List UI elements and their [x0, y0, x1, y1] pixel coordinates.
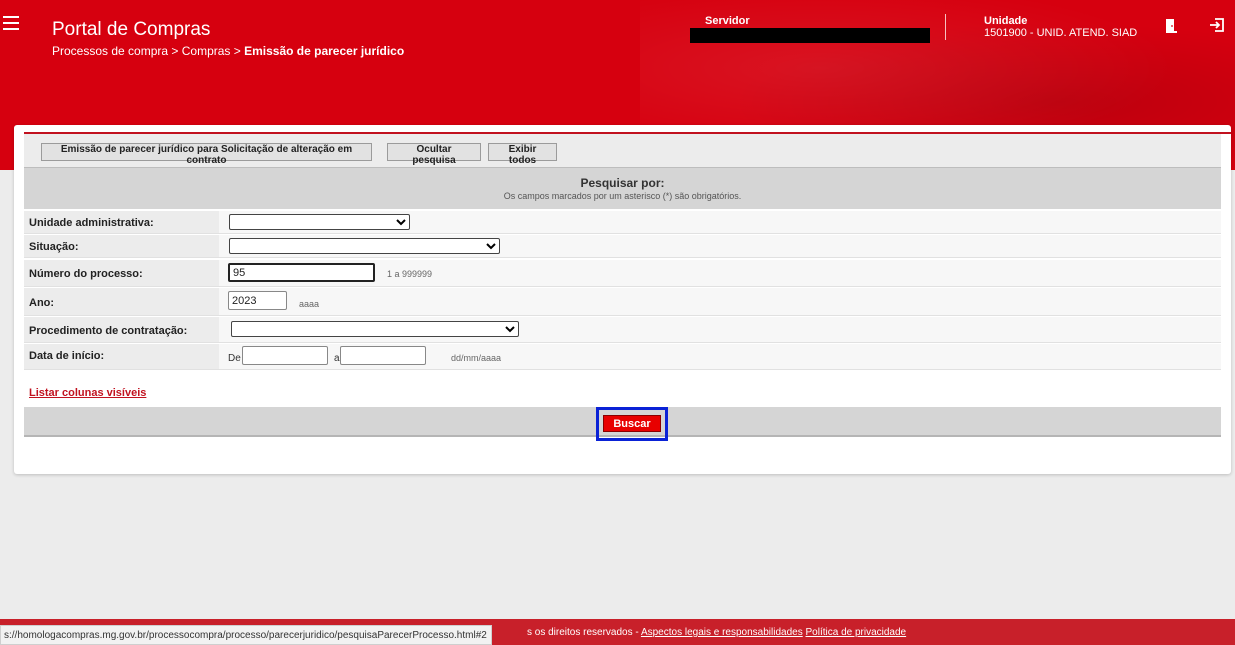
door-icon[interactable] [1165, 18, 1177, 34]
exibir-todos-button[interactable]: Exibir todos [488, 143, 557, 166]
unidade-label: Unidade administrativa: [24, 211, 219, 233]
numero-label: Número do processo: [24, 260, 219, 286]
breadcrumb: Processos de compra > Compras > Emissão … [52, 44, 404, 58]
procedimento-select[interactable] [231, 321, 519, 337]
situacao-select[interactable] [229, 238, 500, 254]
search-subtitle: Os campos marcados por um asterisco (*) … [503, 191, 742, 201]
row-situacao: Situação: [24, 235, 1221, 258]
portal-title: Portal de Compras [52, 19, 211, 40]
ano-hint: aaaa [299, 299, 320, 309]
aspectos-legais-link[interactable]: Aspectos legais e responsabilidades [641, 627, 803, 638]
listar-colunas-link[interactable]: Listar colunas visíveis [29, 387, 146, 399]
emissao-parecer-button[interactable]: Emissão de parecer jurídico para Solicit… [41, 143, 372, 166]
hamburger-menu-icon[interactable] [3, 16, 19, 30]
footer-rights: s os direitos reservados - [527, 627, 641, 638]
status-bar-url: s://homologacompras.mg.gov.br/processoco… [0, 625, 492, 645]
search-action-bar: Buscar [24, 407, 1221, 441]
numero-field: 1 a 999999 [219, 260, 1221, 282]
unidade-field [219, 211, 1221, 233]
data-hint: dd/mm/aaaa [451, 353, 502, 363]
buscar-button[interactable]: Buscar [603, 415, 661, 432]
footer-text: s os direitos reservados - Aspectos lega… [527, 627, 906, 638]
row-numero: Número do processo: 1 a 999999 [24, 260, 1221, 287]
search-panel: Emissão de parecer jurídico para Solicit… [14, 125, 1231, 474]
ano-field: aaaa [219, 288, 1221, 310]
situacao-field [219, 235, 1221, 257]
servidor-value-redacted [690, 28, 930, 43]
data-inicio-label: Data de início: [24, 344, 219, 369]
breadcrumb-path: Processos de compra > Compras > [52, 44, 245, 58]
data-inicio-field: De a dd/mm/aaaa [219, 344, 1221, 366]
data-a-label: a [334, 353, 340, 364]
buscar-focus-ring: Buscar [596, 407, 668, 441]
unidade-value: 1501900 - UNID. ATEND. SIAD [984, 27, 1138, 39]
search-title: Pesquisar por: [580, 176, 665, 190]
procedimento-field [219, 317, 1221, 339]
row-ano: Ano: aaaa [24, 288, 1221, 316]
exit-icon[interactable] [1209, 17, 1225, 33]
numero-input[interactable] [228, 263, 375, 282]
unidade-select[interactable] [229, 214, 410, 230]
ano-label: Ano: [24, 288, 219, 315]
row-procedimento: Procedimento de contratação: [24, 317, 1221, 343]
data-de-input[interactable] [242, 346, 328, 365]
unidade-label: Unidade [984, 15, 1028, 27]
row-data-inicio: Data de início: De a dd/mm/aaaa [24, 344, 1221, 370]
numero-hint: 1 a 999999 [387, 269, 433, 279]
toolbar: Emissão de parecer jurídico para Solicit… [24, 134, 1221, 167]
data-de-label: De [228, 353, 241, 364]
header-divider [945, 14, 946, 40]
servidor-label: Servidor [705, 15, 750, 27]
politica-privacidade-link[interactable]: Política de privacidade [806, 627, 907, 638]
breadcrumb-current: Emissão de parecer jurídico [244, 44, 405, 58]
row-unidade: Unidade administrativa: [24, 211, 1221, 234]
data-a-input[interactable] [340, 346, 426, 365]
situacao-label: Situação: [24, 235, 219, 257]
search-header: Pesquisar por: Os campos marcados por um… [24, 167, 1221, 209]
ano-input[interactable] [228, 291, 287, 310]
ocultar-pesquisa-button[interactable]: Ocultar pesquisa [387, 143, 481, 166]
procedimento-label: Procedimento de contratação: [24, 317, 219, 342]
